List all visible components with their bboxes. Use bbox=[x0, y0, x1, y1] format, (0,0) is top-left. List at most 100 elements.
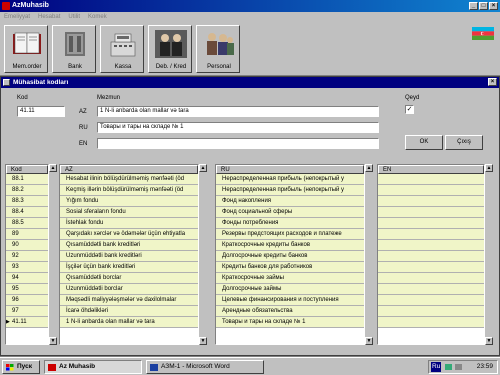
table-row[interactable] bbox=[378, 273, 484, 284]
qeyd-checkbox[interactable]: ✓ bbox=[405, 105, 414, 114]
menu-utilit[interactable]: Utilit bbox=[68, 12, 80, 23]
table-row[interactable] bbox=[378, 262, 484, 273]
table-row[interactable] bbox=[378, 240, 484, 251]
table-row[interactable]: İcarə öhdəlikləri bbox=[60, 306, 198, 317]
scroll-up-icon[interactable]: ▲ bbox=[365, 164, 373, 172]
minimize-button[interactable]: _ bbox=[469, 2, 478, 10]
kod-list[interactable]: Kod 88.1 88.2 88.3 88.4 88.5 89 90 92 93 94 95 96 97… bbox=[5, 164, 49, 345]
en-list[interactable]: EN bbox=[377, 164, 485, 345]
scroll-up-icon[interactable]: ▲ bbox=[49, 164, 57, 172]
table-row[interactable]: 93 bbox=[6, 262, 48, 273]
kod-input[interactable]: 41.11 bbox=[17, 106, 65, 117]
table-row[interactable]: Кредиты банков для работников bbox=[216, 262, 364, 273]
table-row[interactable]: ▶ 41.11 bbox=[6, 317, 48, 328]
table-row[interactable]: 92 bbox=[6, 251, 48, 262]
table-row[interactable]: Sosial sferaların fondu bbox=[60, 207, 198, 218]
en-column-header[interactable]: EN bbox=[378, 165, 484, 174]
table-row[interactable] bbox=[378, 284, 484, 295]
table-row[interactable]: 94 bbox=[6, 273, 48, 284]
table-row[interactable]: Фонд накопления bbox=[216, 196, 364, 207]
scroll-down-icon[interactable]: ▼ bbox=[199, 337, 207, 345]
table-row[interactable]: 89 bbox=[6, 229, 48, 240]
az-input[interactable]: 1 N-li anbarda olan mallar və tara bbox=[97, 106, 379, 117]
ru-list[interactable]: RU Нераспределенная прибыль (непокрытый … bbox=[215, 164, 365, 345]
dialog-close-button[interactable]: × bbox=[488, 78, 497, 86]
kod-scrollbar[interactable]: ▲ ▼ bbox=[49, 164, 57, 345]
table-row[interactable]: Keçmiş illərin bölüşdürülməmiş mənfəəti … bbox=[60, 185, 198, 196]
table-row[interactable]: Qarşıdakı xərclər və ödəmələr üçün ehtiy… bbox=[60, 229, 198, 240]
ru-scrollbar[interactable]: ▲ ▼ bbox=[365, 164, 373, 345]
scroll-down-icon[interactable]: ▼ bbox=[485, 337, 493, 345]
az-scrollbar[interactable]: ▲ ▼ bbox=[199, 164, 207, 345]
table-row[interactable]: Целевые финансирования и поступления bbox=[216, 295, 364, 306]
table-row[interactable]: 88.5 bbox=[6, 218, 48, 229]
table-row[interactable]: Долгосрочные займы bbox=[216, 284, 364, 295]
table-row[interactable] bbox=[378, 229, 484, 240]
table-row[interactable]: 90 bbox=[6, 240, 48, 251]
table-row[interactable]: Фонды потребления bbox=[216, 218, 364, 229]
table-row[interactable]: Hesabat ilinin bölüşdürülməmiş mənfəəti … bbox=[60, 174, 198, 185]
table-row[interactable]: Краткосрочные займы bbox=[216, 273, 364, 284]
az-column-header[interactable]: AZ bbox=[60, 165, 198, 174]
table-row[interactable]: İşçilər üçün bank kreditləri bbox=[60, 262, 198, 273]
scroll-up-icon[interactable]: ▲ bbox=[485, 164, 493, 172]
personal-button[interactable]: Personal bbox=[196, 25, 240, 73]
table-row[interactable]: Товары и тары на складе № 1 bbox=[216, 317, 364, 328]
kod-column-header[interactable]: Kod bbox=[6, 165, 48, 174]
table-row[interactable]: 97 bbox=[6, 306, 48, 317]
language-indicator[interactable]: Ru bbox=[431, 362, 442, 372]
az-list[interactable]: AZ Hesabat ilinin bölüşdürülməmiş mənfəə… bbox=[59, 164, 199, 345]
table-row[interactable] bbox=[378, 207, 484, 218]
table-row[interactable]: Нераспределенная прибыль (непокрытый у bbox=[216, 185, 364, 196]
en-input[interactable] bbox=[97, 138, 379, 149]
table-row[interactable]: Долгосрочные кредиты банков bbox=[216, 251, 364, 262]
table-row[interactable]: Фонд социальной сферы bbox=[216, 207, 364, 218]
table-row[interactable] bbox=[378, 185, 484, 196]
table-row[interactable]: 95 bbox=[6, 284, 48, 295]
table-row[interactable]: Məqsədli maliyyələşmələr və daxilolmalar bbox=[60, 295, 198, 306]
table-row[interactable] bbox=[378, 317, 484, 328]
table-row[interactable]: 88.2 bbox=[6, 185, 48, 196]
ok-button[interactable]: OK bbox=[405, 135, 443, 150]
kassa-button[interactable]: Kassa bbox=[100, 25, 144, 73]
speaker-icon[interactable] bbox=[455, 364, 462, 370]
mem-order-button[interactable]: Mem.order bbox=[4, 25, 48, 73]
cixis-button[interactable]: Çıxış bbox=[445, 135, 483, 150]
menu-hesabat[interactable]: Hesabat bbox=[38, 12, 60, 23]
ru-input[interactable]: Товары и тары на складе № 1 bbox=[97, 122, 379, 133]
table-row[interactable] bbox=[378, 174, 484, 185]
maximize-button[interactable]: □ bbox=[479, 2, 488, 10]
table-row[interactable]: Uzunmüddətli borclar bbox=[60, 284, 198, 295]
table-row[interactable]: Краткосрочные кредиты банков bbox=[216, 240, 364, 251]
table-row[interactable]: Арендные обязательства bbox=[216, 306, 364, 317]
table-row[interactable]: İstehlak fondu bbox=[60, 218, 198, 229]
menu-komek[interactable]: Komek bbox=[88, 12, 107, 23]
table-row[interactable] bbox=[378, 295, 484, 306]
tray-app-icon[interactable] bbox=[445, 364, 452, 370]
table-row[interactable] bbox=[378, 251, 484, 262]
table-row[interactable]: Yığım fondu bbox=[60, 196, 198, 207]
table-row[interactable]: 1 N-li anbarda olan mallar və tara bbox=[60, 317, 198, 328]
table-row[interactable]: Резервы предстоящих расходов и платеже bbox=[216, 229, 364, 240]
table-row[interactable] bbox=[378, 196, 484, 207]
table-row[interactable]: 88.4 bbox=[6, 207, 48, 218]
table-row[interactable] bbox=[378, 306, 484, 317]
task-microsoft-word[interactable]: АЗМ-1 - Microsoft Word bbox=[146, 360, 264, 374]
table-row[interactable] bbox=[378, 218, 484, 229]
scroll-down-icon[interactable]: ▼ bbox=[365, 337, 373, 345]
table-row[interactable]: Qısamüddətli bank kreditləri bbox=[60, 240, 198, 251]
table-row[interactable]: Uzunmüddətli bank kreditləri bbox=[60, 251, 198, 262]
start-button[interactable]: Пуск bbox=[2, 360, 40, 374]
table-row[interactable]: Нераспределенная прибыль (непокрытый у bbox=[216, 174, 364, 185]
task-az-muhasib[interactable]: Az Muhasib bbox=[44, 360, 142, 374]
table-row[interactable]: 96 bbox=[6, 295, 48, 306]
menu-emeliyyat[interactable]: Emeliyyat bbox=[4, 12, 30, 23]
table-row[interactable]: Qısamüddətli borclar bbox=[60, 273, 198, 284]
ru-column-header[interactable]: RU bbox=[216, 165, 364, 174]
table-row[interactable]: 88.3 bbox=[6, 196, 48, 207]
bank-button[interactable]: Bank bbox=[52, 25, 96, 73]
scroll-down-icon[interactable]: ▼ bbox=[49, 337, 57, 345]
scroll-up-icon[interactable]: ▲ bbox=[199, 164, 207, 172]
en-scrollbar[interactable]: ▲ ▼ bbox=[485, 164, 493, 345]
table-row[interactable]: 88.1 bbox=[6, 174, 48, 185]
